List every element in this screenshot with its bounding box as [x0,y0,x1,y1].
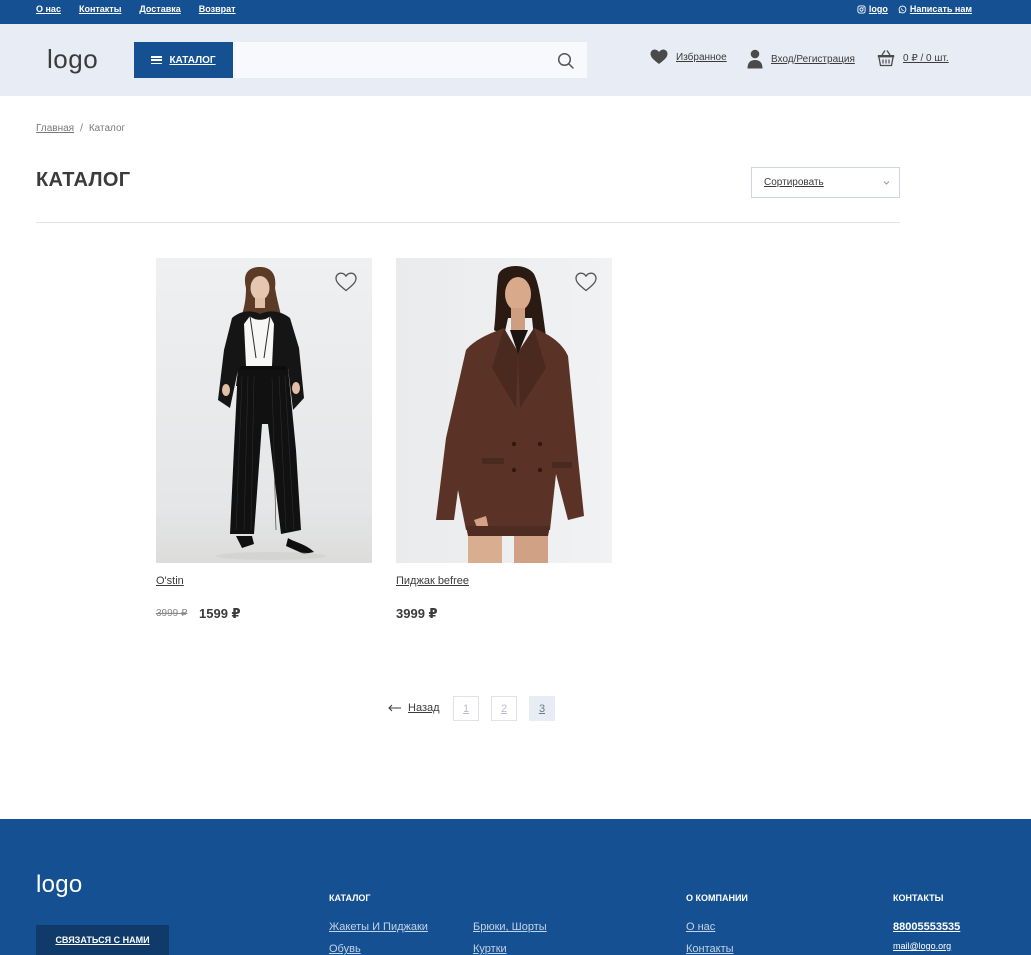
sort-dropdown[interactable]: Сортировать [751,167,900,198]
footer-contacts-title: КОНТАКТЫ [893,893,944,903]
breadcrumb-separator: / [80,123,83,134]
top-social: logo Написать нам [857,4,972,14]
breadcrumb: Главная / Каталог [36,123,125,134]
product-image[interactable] [156,258,372,563]
favorites-label: Избранное [676,51,727,63]
chevron-down-icon [883,181,890,185]
pagination-back[interactable]: Назад [388,702,440,714]
footer-phone[interactable]: 88005553535 [893,921,960,933]
product-old-price: 3999 ₽ [156,608,188,619]
cart-link[interactable]: 0 ₽ / 0 шт. [877,49,949,67]
contact-us-button[interactable]: СВЯЗАТЬСЯ С НАМИ [36,925,169,955]
catalog-menu-button[interactable]: КАТАЛОГ [134,42,233,78]
logo[interactable]: logo [47,44,98,75]
top-link-contacts[interactable]: Контакты [79,4,121,14]
product-card: O'stin 3999 ₽ 1599 ₽ [156,258,372,621]
favorite-heart-icon[interactable] [335,272,357,292]
arrow-left-icon [388,704,401,712]
footer-link-shoes[interactable]: Обувь [329,943,361,955]
page-title: КАТАЛОГ [36,169,131,191]
pagination-back-label: Назад [408,702,440,714]
footer-link-trousers[interactable]: Брюки, Шорты [473,921,547,933]
instagram-link[interactable]: logo [857,4,888,14]
top-bar: О нас Контакты Доставка Возврат logo Нап… [0,0,1031,24]
product-price: 3999 ₽ [396,606,438,621]
favorite-heart-icon[interactable] [575,272,597,292]
pagination-page-2[interactable]: 2 [491,696,517,721]
footer-logo[interactable]: logo [36,871,83,899]
user-icon [747,49,763,69]
heart-icon [650,49,668,64]
product-name[interactable]: O'stin [156,575,184,587]
footer-link-contacts[interactable]: Контакты [686,943,734,955]
sort-label: Сортировать [764,177,824,188]
whatsapp-label: Написать нам [909,4,972,14]
basket-icon [877,50,895,67]
search-input[interactable] [233,42,543,78]
footer-email[interactable]: mail@logo.org [893,941,951,951]
footer-catalog-title: КАТАЛОГ [329,893,371,903]
product-photo-brown-blazer [396,258,612,563]
menu-icon [151,56,163,64]
product-photo-black-suit [156,258,372,563]
pagination-page-3-active[interactable]: 3 [529,696,555,721]
header: logo КАТАЛОГ Избранное Вход/Регистрация … [0,24,1031,96]
breadcrumb-home[interactable]: Главная [36,123,74,134]
login-link[interactable]: Вход/Регистрация [747,49,855,69]
login-label: Вход/Регистрация [771,53,855,65]
footer-link-about[interactable]: О нас [686,921,715,933]
product-price: 1599 ₽ [199,606,241,621]
top-link-returns[interactable]: Возврат [199,4,236,14]
breadcrumb-current: Каталог [88,123,126,134]
footer: logo СВЯЗАТЬСЯ С НАМИ КАТАЛОГ Жакеты И П… [0,819,1031,955]
whatsapp-icon [898,5,907,13]
catalog-menu-label: КАТАЛОГ [169,54,216,66]
search-icon[interactable] [557,52,575,70]
product-image[interactable] [396,258,612,563]
instagram-label: logo [868,4,888,14]
top-nav: О нас Контакты Доставка Возврат [36,4,236,14]
favorites-link[interactable]: Избранное [650,49,727,65]
product-card: Пиджак befree 3999 ₽ [396,258,612,621]
cart-label: 0 ₽ / 0 шт. [903,52,949,64]
top-link-delivery[interactable]: Доставка [139,4,180,14]
footer-company-title: О КОМПАНИИ [686,893,748,903]
instagram-icon [857,4,866,14]
footer-link-jackets[interactable]: Жакеты И Пиджаки [329,921,428,933]
whatsapp-link[interactable]: Написать нам [898,4,972,14]
divider [36,222,900,223]
product-name[interactable]: Пиджак befree [396,575,469,587]
footer-link-coats[interactable]: Куртки [473,943,507,955]
top-link-about[interactable]: О нас [36,4,61,14]
pagination-page-1[interactable]: 1 [453,696,479,721]
search-box [233,42,587,78]
